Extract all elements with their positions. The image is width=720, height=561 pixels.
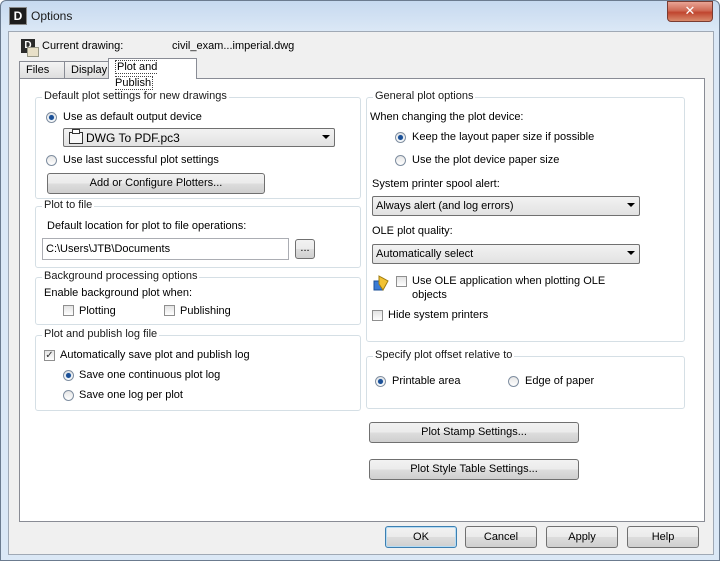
browse-button[interactable]: ... [295, 239, 315, 259]
chevron-down-icon [627, 203, 635, 207]
drawing-file-icon: D [21, 39, 39, 57]
current-drawing-label: Current drawing: [42, 40, 124, 52]
group-title: General plot options [373, 90, 476, 102]
hide-printers-checkbox[interactable] [372, 310, 383, 321]
default-plot-settings-group: Default plot settings for new drawings U… [35, 90, 361, 199]
spool-alert-label: System printer spool alert: [372, 178, 500, 190]
ole-quality-select[interactable]: Automatically select [372, 244, 640, 264]
ole-quality-value: Automatically select [376, 248, 474, 260]
log-per-plot-radio[interactable] [63, 390, 74, 401]
group-title: Plot to file [42, 199, 95, 211]
background-processing-group: Background processing options Enable bac… [35, 270, 361, 325]
chevron-down-icon [322, 135, 330, 139]
publishing-label: Publishing [180, 305, 231, 317]
group-title: Specify plot offset relative to [373, 349, 515, 361]
continuous-log-label: Save one continuous plot log [79, 369, 221, 381]
cancel-button[interactable]: Cancel [465, 526, 537, 548]
use-ole-app-label-cont: objects [412, 289, 447, 301]
printable-area-radio[interactable] [375, 376, 386, 387]
use-ole-app-checkbox[interactable] [396, 276, 407, 287]
plotting-label: Plotting [79, 305, 116, 317]
spool-alert-value: Always alert (and log errors) [376, 200, 514, 212]
group-title: Background processing options [42, 270, 200, 282]
options-window: D Options ✕ D Current drawing: civil_exa… [0, 0, 720, 561]
apply-button[interactable]: Apply [546, 526, 618, 548]
tab-files[interactable]: Files [19, 61, 67, 78]
help-button[interactable]: Help [627, 526, 699, 548]
use-last-settings-radio[interactable] [46, 155, 57, 166]
chevron-down-icon [627, 251, 635, 255]
plot-stamp-settings-button[interactable]: Plot Stamp Settings... [369, 422, 579, 443]
current-drawing-value: civil_exam...imperial.dwg [172, 40, 295, 52]
use-ole-app-label: Use OLE application when plotting OLE [412, 275, 606, 287]
plot-file-location-input[interactable]: C:\Users\JTB\Documents [42, 238, 289, 260]
use-device-size-label: Use the plot device paper size [412, 154, 560, 166]
log-per-plot-label: Save one log per plot [79, 389, 183, 401]
printer-icon [69, 129, 83, 144]
plot-to-file-group: Plot to file Default location for plot t… [35, 199, 361, 268]
hide-printers-label: Hide system printers [388, 309, 489, 321]
edge-of-paper-label: Edge of paper [525, 375, 595, 387]
add-configure-plotters-button[interactable]: Add or Configure Plotters... [47, 173, 265, 194]
plot-offset-group: Specify plot offset relative to Printabl… [366, 349, 685, 409]
group-title: Plot and publish log file [42, 328, 160, 340]
enable-background-label: Enable background plot when: [44, 287, 192, 299]
ok-button[interactable]: OK [385, 526, 457, 548]
output-device-select[interactable]: DWG To PDF.pc3 [63, 128, 335, 147]
log-file-group: Plot and publish log file ✓ Automaticall… [35, 328, 361, 411]
general-plot-options-group: General plot options When changing the p… [366, 90, 685, 342]
use-default-device-label: Use as default output device [63, 111, 202, 123]
printable-area-label: Printable area [392, 375, 461, 387]
tab-display[interactable]: Display [64, 61, 112, 78]
auto-save-log-label: Automatically save plot and publish log [60, 349, 250, 361]
changing-device-label: When changing the plot device: [370, 111, 524, 123]
keep-layout-size-radio[interactable] [395, 132, 406, 143]
output-device-value: DWG To PDF.pc3 [86, 131, 180, 145]
app-icon: D [9, 7, 27, 25]
use-default-device-radio[interactable] [46, 112, 57, 123]
plotting-checkbox[interactable] [63, 305, 74, 316]
keep-layout-size-label: Keep the layout paper size if possible [412, 131, 595, 143]
use-last-settings-label: Use last successful plot settings [63, 154, 219, 166]
window-title: Options [31, 9, 73, 23]
ole-quality-label: OLE plot quality: [372, 225, 453, 237]
auto-save-log-checkbox[interactable]: ✓ [44, 350, 55, 361]
dialog-client-area: D Current drawing: civil_exam...imperial… [8, 31, 714, 555]
plot-style-table-settings-button[interactable]: Plot Style Table Settings... [369, 459, 579, 480]
title-bar[interactable]: D Options ✕ [1, 1, 719, 31]
group-title: Default plot settings for new drawings [42, 90, 229, 102]
tab-plot-and-publish[interactable]: Plot and Publish [108, 58, 197, 90]
plot-and-publish-panel: Default plot settings for new drawings U… [19, 78, 705, 522]
ole-icon [373, 275, 389, 291]
continuous-log-radio[interactable] [63, 370, 74, 381]
close-button[interactable]: ✕ [667, 1, 713, 22]
spool-alert-select[interactable]: Always alert (and log errors) [372, 196, 640, 216]
default-location-label: Default location for plot to file operat… [47, 220, 247, 232]
publishing-checkbox[interactable] [164, 305, 175, 316]
edge-of-paper-radio[interactable] [508, 376, 519, 387]
use-device-size-radio[interactable] [395, 155, 406, 166]
